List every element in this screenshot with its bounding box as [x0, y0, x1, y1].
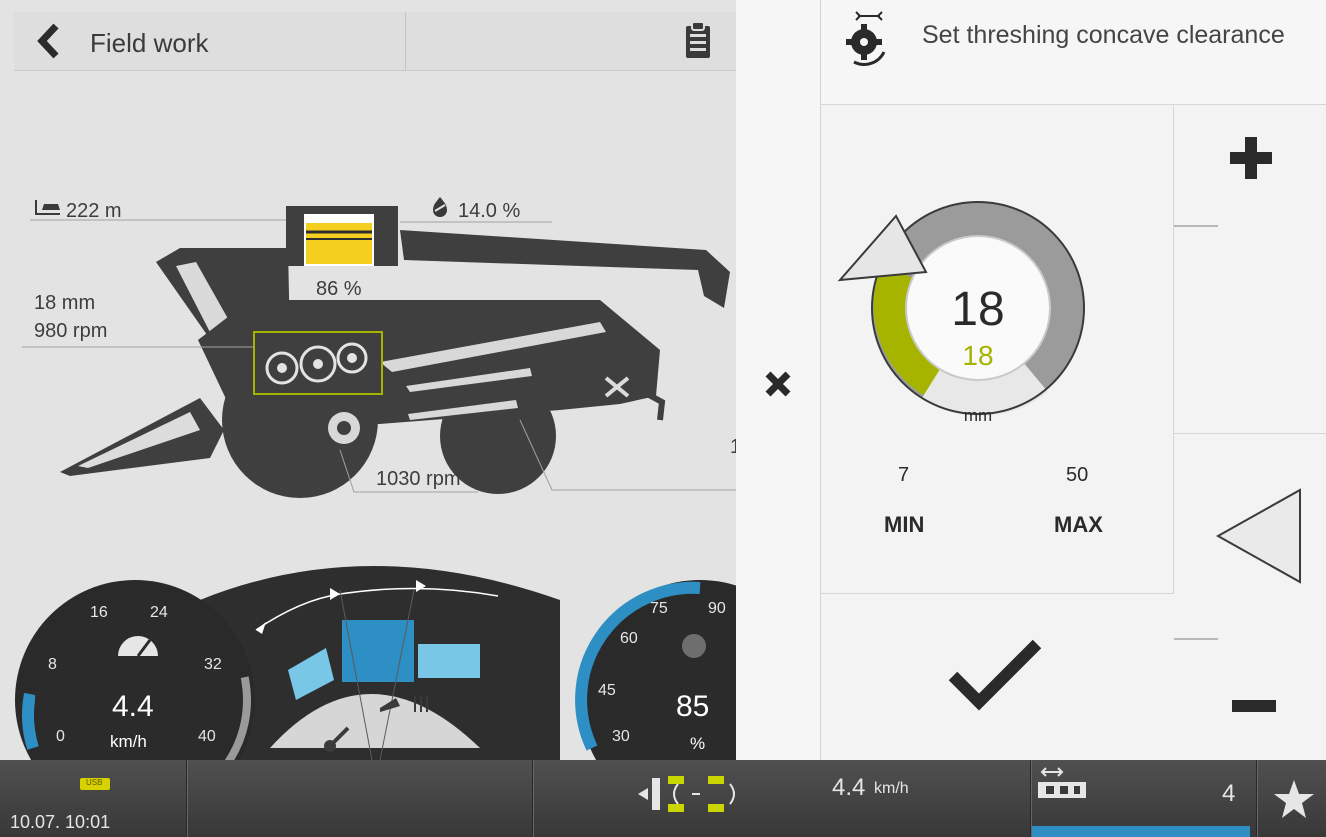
increase-button[interactable]	[1174, 105, 1326, 434]
concave-setting-icon	[846, 11, 886, 66]
minus-icon	[1232, 700, 1276, 712]
status-divider	[1256, 760, 1258, 837]
set-value: 18	[962, 340, 994, 371]
check-icon	[948, 639, 1042, 711]
speed-value: 4.4	[112, 690, 154, 723]
scale-mark	[1174, 225, 1218, 227]
load-tick-60: 60	[620, 630, 638, 647]
usb-label: USB	[86, 778, 103, 787]
max-label: MAX	[1054, 512, 1103, 537]
load-tick-90: 90	[708, 600, 726, 617]
close-icon	[765, 371, 791, 397]
value-unit: mm	[963, 406, 993, 425]
current-value: 18	[951, 283, 1005, 336]
steering-mode-icon[interactable]	[634, 764, 748, 824]
speed-unit: km/h	[110, 732, 147, 751]
distance-readout: 222 m	[66, 200, 122, 222]
fan-speed-readout: 1030 rpm	[376, 468, 461, 490]
min-label: MIN	[884, 512, 925, 537]
load-tick-75: 75	[650, 600, 668, 617]
status-speed-unit: km/h	[874, 780, 909, 797]
machine-overview-panel: Field work 222 m 14.0 % 86 % 18 mm 980 r…	[0, 0, 736, 760]
speed-tick-24: 24	[150, 604, 168, 621]
header-width-icon	[1038, 767, 1086, 798]
status-divider	[186, 760, 188, 837]
load-value: 85	[676, 690, 710, 723]
plus-icon	[1230, 137, 1272, 179]
speed-tick-16: 16	[90, 604, 108, 621]
usb-icon: USB	[80, 778, 110, 790]
header-progress-bar	[1032, 826, 1250, 837]
speed-tick-0: 0	[56, 728, 65, 745]
load-tick-45: 45	[598, 682, 616, 699]
datetime: 10.07. 10:01	[10, 812, 111, 832]
speed-tick-32: 32	[204, 656, 222, 673]
distance-icon	[35, 200, 60, 215]
speed-tick-8: 8	[48, 656, 57, 673]
star-icon[interactable]	[1272, 778, 1316, 820]
drum-speed-readout: 980 rpm	[34, 320, 108, 342]
close-button[interactable]	[758, 364, 798, 404]
load-tick-30: 30	[612, 728, 630, 745]
tank-fill-readout: 86 %	[316, 278, 362, 300]
moisture-readout: 14.0 %	[458, 200, 521, 222]
combine-harvester-illustration	[22, 206, 736, 498]
scale-mark	[1174, 638, 1218, 640]
header-count: 4	[1222, 780, 1236, 807]
status-speed-value: 4.4	[832, 774, 866, 801]
moisture-icon	[433, 197, 447, 217]
speed-tick-40: 40	[198, 728, 216, 745]
max-value: 50	[1066, 464, 1089, 486]
status-bar: USB 10.07. 10:01 4.4 km/h 4	[0, 760, 1326, 837]
value-pointer-icon	[1215, 488, 1301, 584]
min-value: 7	[898, 464, 910, 486]
status-divider	[532, 760, 534, 837]
dialog-title: Set threshing concave clearance	[922, 21, 1285, 49]
concave-readout: 18 mm	[34, 292, 96, 314]
load-unit: %	[690, 734, 706, 753]
decrease-button[interactable]	[1174, 434, 1326, 760]
dialog-header	[821, 0, 1326, 105]
confirm-button[interactable]	[821, 594, 1173, 760]
